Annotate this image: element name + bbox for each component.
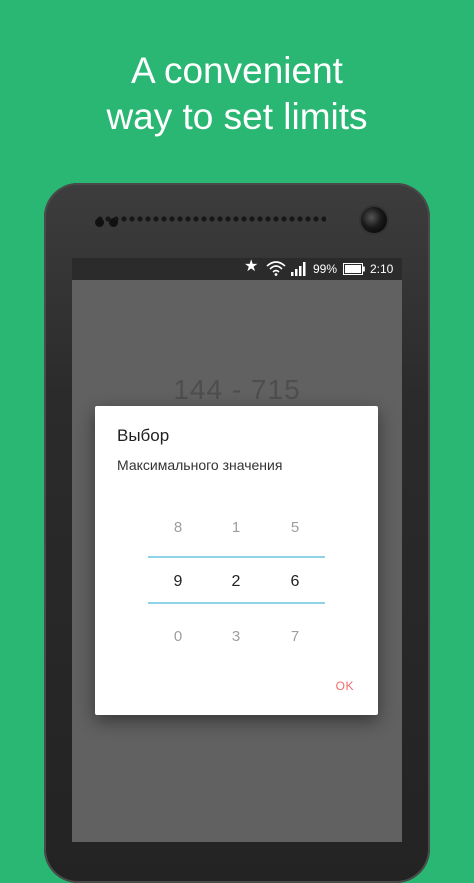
picker-value-below[interactable]: 3 bbox=[216, 628, 256, 645]
picker-value-above[interactable]: 1 bbox=[216, 519, 256, 536]
headline-line-2: way to set limits bbox=[106, 96, 368, 137]
ok-button[interactable]: OK bbox=[330, 675, 360, 697]
star-icon: ★ bbox=[244, 258, 259, 275]
battery-icon bbox=[343, 263, 365, 279]
dialog-subtitle: Максимального значения bbox=[117, 457, 283, 473]
front-camera bbox=[361, 207, 387, 233]
picker-value-selected[interactable]: 6 bbox=[275, 573, 315, 591]
picker-value-below[interactable]: 7 bbox=[275, 628, 315, 645]
digit-picker-tens[interactable]: 1 2 3 bbox=[216, 406, 256, 666]
picker-value-below[interactable]: 0 bbox=[158, 628, 198, 645]
signal-icon bbox=[291, 262, 307, 280]
picker-value-selected[interactable]: 2 bbox=[216, 573, 256, 591]
status-time: 2:10 bbox=[370, 262, 394, 276]
wifi-icon bbox=[266, 260, 286, 280]
current-range-value: 144 - 715 bbox=[173, 374, 301, 405]
picker-value-above[interactable]: 5 bbox=[275, 519, 315, 536]
battery-percent: 99% bbox=[313, 262, 338, 276]
digit-picker-hundreds[interactable]: 8 9 0 bbox=[158, 406, 198, 666]
phone-speaker-grille bbox=[96, 215, 326, 227]
picker-value-above[interactable]: 8 bbox=[158, 519, 198, 536]
digit-picker-ones[interactable]: 5 6 7 bbox=[275, 406, 315, 666]
headline-line-1: A convenient bbox=[131, 50, 343, 91]
status-bar: ★ 99% 2:10 bbox=[72, 258, 402, 280]
max-value-picker-dialog: Выбор Максимального значения 8 9 0 1 2 3… bbox=[95, 406, 378, 715]
promo-headline: A convenient way to set limits bbox=[0, 48, 474, 140]
picker-value-selected[interactable]: 9 bbox=[158, 573, 198, 591]
